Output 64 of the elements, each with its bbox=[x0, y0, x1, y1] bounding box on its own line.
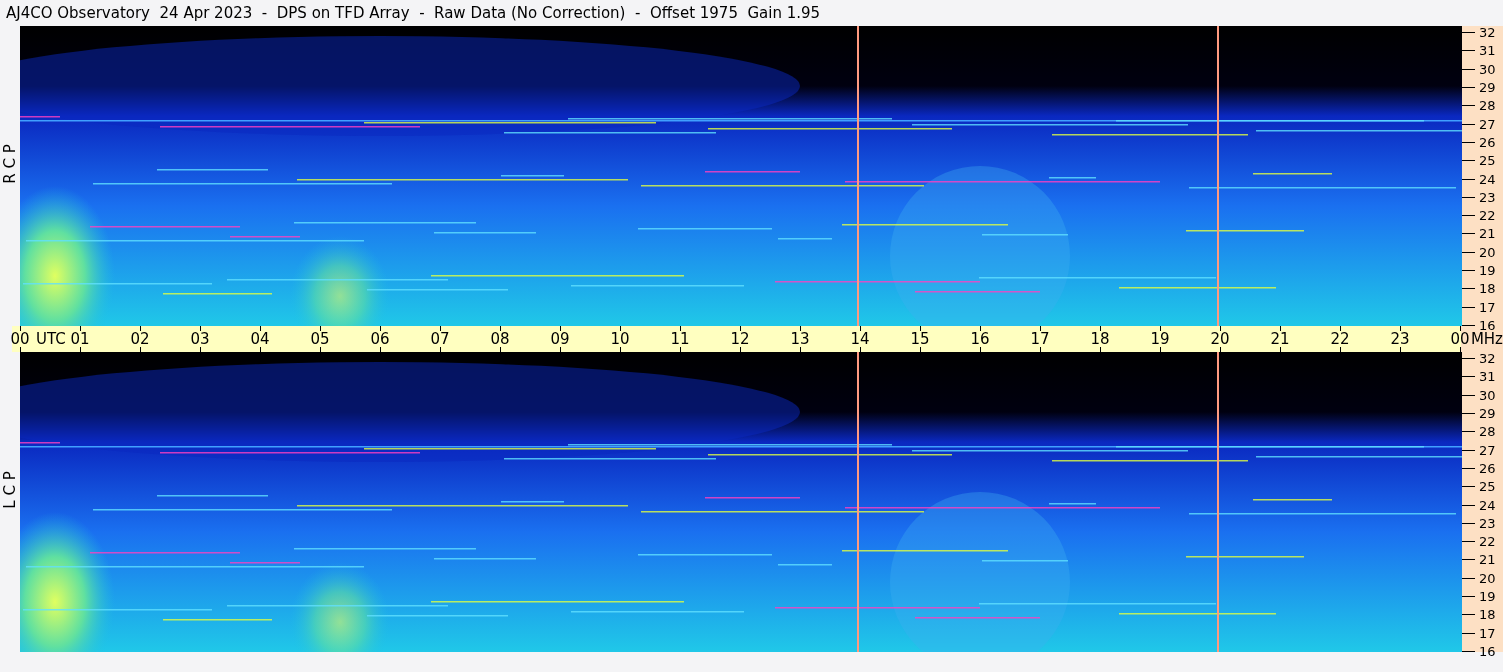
frequency-label: 23 bbox=[1479, 190, 1496, 204]
hour-label: 11 bbox=[670, 330, 690, 348]
window-title: AJ4CO Observatory 24 Apr 2023 - DPS on TFD Array - Raw Data (No Correction) - Offset 1975 Gain 1.95 bbox=[5, 3, 822, 24]
frequency-label: 29 bbox=[1479, 406, 1496, 420]
hour-label: 15 bbox=[910, 330, 930, 348]
frequency-label: 17 bbox=[1479, 626, 1496, 640]
frequency-label: 31 bbox=[1479, 369, 1496, 383]
hour-label: 12 bbox=[730, 330, 750, 348]
frequency-label: 16 bbox=[1479, 644, 1496, 658]
hour-label: 21 bbox=[1270, 330, 1290, 348]
hour-label: 23 bbox=[1390, 330, 1410, 348]
frequency-label: 18 bbox=[1479, 607, 1496, 621]
frequency-label: 21 bbox=[1479, 552, 1496, 566]
frequency-label: 31 bbox=[1479, 43, 1496, 57]
frequency-label: 28 bbox=[1479, 424, 1496, 438]
unit-label: MHz bbox=[1470, 330, 1503, 348]
hour-label: 19 bbox=[1150, 330, 1170, 348]
hour-label: 02 bbox=[130, 330, 150, 348]
frequency-label: 24 bbox=[1479, 498, 1496, 511]
hour-label: 00 bbox=[1450, 330, 1470, 348]
frequency-label: 18 bbox=[1479, 281, 1496, 295]
hour-label: 16 bbox=[970, 330, 990, 348]
hour-label: 08 bbox=[490, 330, 510, 348]
frequency-label: 16 bbox=[1479, 318, 1496, 332]
hour-label: 20 bbox=[1210, 330, 1230, 348]
hour-label: 18 bbox=[1090, 330, 1110, 348]
frequency-label: 25 bbox=[1479, 479, 1496, 493]
frequency-label: 19 bbox=[1479, 589, 1496, 603]
hour-label: 01 bbox=[70, 330, 90, 348]
frequency-label: 28 bbox=[1479, 98, 1496, 112]
frequency-label: 22 bbox=[1479, 534, 1496, 548]
hour-label: 00 bbox=[10, 330, 30, 348]
polarization-label: L C P bbox=[1, 471, 19, 509]
hour-label: 14 bbox=[850, 330, 870, 348]
hour-label: 09 bbox=[550, 330, 570, 348]
frequency-label: 20 bbox=[1479, 245, 1496, 259]
frequency-label: 26 bbox=[1479, 135, 1496, 149]
frequency-label: 21 bbox=[1479, 226, 1496, 240]
hour-label: 07 bbox=[430, 330, 450, 348]
frequency-label: 22 bbox=[1479, 208, 1496, 222]
frequency-label: 27 bbox=[1479, 443, 1496, 457]
frequency-label: 26 bbox=[1479, 461, 1496, 475]
frequency-label: 19 bbox=[1479, 263, 1496, 277]
hour-label: 04 bbox=[250, 330, 270, 348]
frequency-label: 24 bbox=[1479, 172, 1496, 185]
frequency-label: 29 bbox=[1479, 80, 1496, 94]
hour-label: 06 bbox=[370, 330, 390, 348]
hour-label: 17 bbox=[1030, 330, 1050, 348]
polarization-label: R C P bbox=[1, 144, 19, 184]
frequency-label: 32 bbox=[1479, 25, 1496, 39]
frequency-label: 30 bbox=[1479, 62, 1496, 76]
hour-label: 03 bbox=[190, 330, 210, 348]
hour-label: 10 bbox=[610, 330, 630, 348]
frequency-label: 32 bbox=[1479, 351, 1496, 365]
frequency-label: 20 bbox=[1479, 571, 1496, 585]
frequency-label: 23 bbox=[1479, 516, 1496, 530]
frequency-label: 30 bbox=[1479, 388, 1496, 402]
frequency-label: 27 bbox=[1479, 117, 1496, 131]
hour-label: 22 bbox=[1330, 330, 1350, 348]
hour-label: 05 bbox=[310, 330, 330, 348]
hour-label: 13 bbox=[790, 330, 810, 348]
frequency-label: 25 bbox=[1479, 153, 1496, 167]
timezone-label: UTC bbox=[36, 330, 66, 348]
frequency-label: 17 bbox=[1479, 300, 1496, 314]
